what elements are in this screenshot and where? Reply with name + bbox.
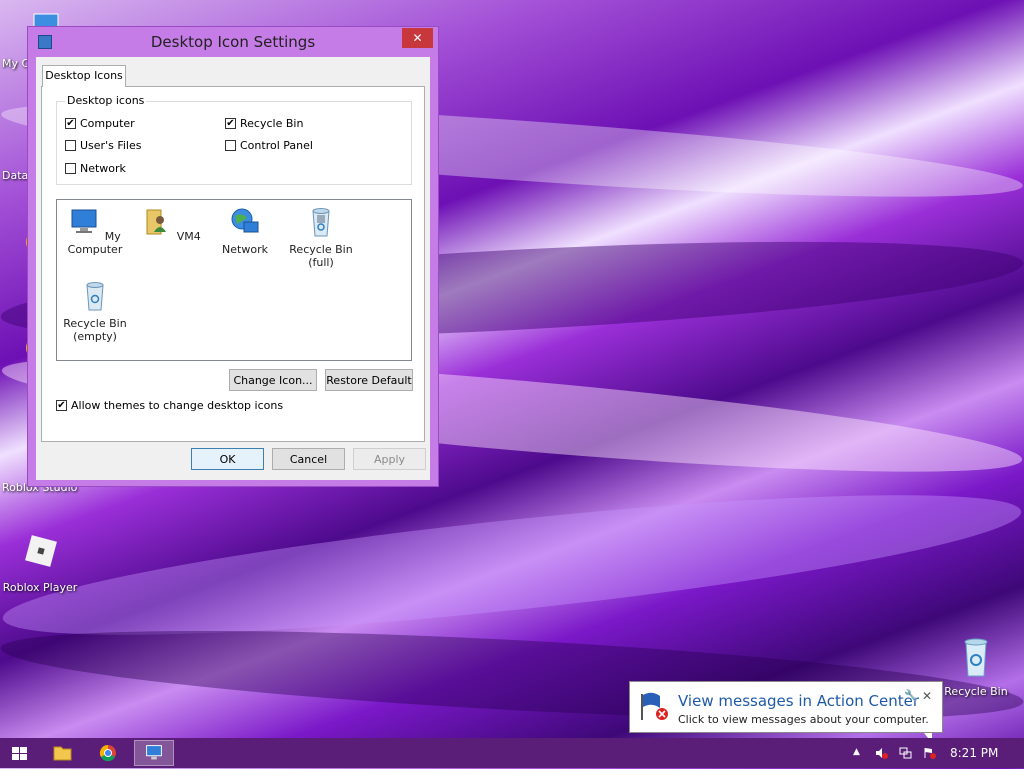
list-item-my-computer[interactable]: My Computer [57,206,133,256]
action-center-tray-icon[interactable] [923,747,936,759]
unchecked-box [225,140,236,151]
list-item-vm4[interactable]: VM4 [133,206,209,243]
list-item-recycle-bin-full[interactable]: Recycle Bin (full) [283,206,359,269]
title-bar[interactable]: Desktop Icon Settings ✕ [28,27,438,57]
checkbox-control-panel[interactable]: Control Panel [225,139,313,152]
action-center-flag-icon [641,692,668,720]
roblox-player-icon [25,535,57,567]
taskbar: ▲ 8:21 PM [0,738,1024,768]
taskbar-desktop-icon-settings[interactable] [134,740,174,766]
volume-muted-icon[interactable] [875,747,888,759]
taskbar-chrome[interactable] [88,740,128,766]
list-item-label: Recycle Bin [63,317,127,330]
check-icon: ✔ [225,118,236,129]
recycle-bin-icon [964,638,988,677]
check-icon: ✔ [56,400,67,411]
start-button[interactable] [0,740,40,766]
unchecked-box [65,163,76,174]
desktop-icon-roblox-player[interactable]: Roblox Player [0,532,80,594]
change-icon-button[interactable]: Change Icon... [229,369,317,391]
desktop-icon-label: Roblox Player [2,581,78,594]
tray-overflow-icon[interactable]: ▲ [853,747,860,757]
chrome-icon [99,744,116,762]
checkbox-label: Allow themes to change desktop icons [71,399,284,412]
check-icon: ✔ [65,118,76,129]
cancel-button[interactable]: Cancel [272,448,345,470]
tab-desktop-icons[interactable]: Desktop Icons [42,65,126,87]
window-title: Desktop Icon Settings [150,33,316,51]
checkbox-label: User's Files [80,139,142,152]
restore-default-button[interactable]: Restore Default [325,369,413,391]
icon-list-view[interactable]: My Computer VM4 Network Recycle Bin (ful… [56,199,412,361]
computer-icon [71,209,97,233]
list-item-network[interactable]: Network [207,206,283,256]
desktop-icon-label: Recycle Bin [944,685,1008,698]
groupbox-label: Desktop icons [65,94,147,107]
checkbox-recycle-bin[interactable]: ✔ Recycle Bin [225,117,303,130]
action-center-notification[interactable]: View messages in Action Center Click to … [629,681,943,743]
list-item-label: Network [222,243,268,256]
taskbar-file-explorer[interactable] [42,740,82,766]
desktop-icon-recycle-bin[interactable]: Recycle Bin [936,636,1016,698]
checkbox-network[interactable]: Network [65,162,126,175]
list-item-label: Recycle Bin [289,243,353,256]
checkbox-label: Recycle Bin [240,117,304,130]
list-item-recycle-bin-empty[interactable]: Recycle Bin (empty) [57,280,133,343]
tab-panel: Desktop icons ✔ Computer ✔ Recycle Bin U… [41,86,425,442]
apply-button[interactable]: Apply [353,448,426,470]
clock[interactable]: 8:21 PM [950,746,998,760]
notification-close-button[interactable]: ✕ [922,689,932,703]
checkbox-label: Control Panel [240,139,313,152]
close-button[interactable]: ✕ [402,28,433,48]
wrench-icon[interactable]: 🔧 [904,689,918,702]
desktop-icons-groupbox: Desktop icons ✔ Computer ✔ Recycle Bin U… [56,94,412,185]
checkbox-label: Network [80,162,126,175]
dialog-client-area: Desktop Icons Desktop icons ✔ Computer ✔… [36,57,430,480]
notification-text[interactable]: Click to view messages about your comput… [678,713,929,726]
start-icon [12,747,27,760]
notification-title[interactable]: View messages in Action Center [678,692,919,710]
unchecked-box [65,140,76,151]
checkbox-computer[interactable]: ✔ Computer [65,117,135,130]
recycle-bin-empty-icon [86,282,104,311]
network-icon [231,208,259,233]
list-item-label: VM4 [176,230,201,243]
ok-button[interactable]: OK [191,448,264,470]
user-folder-icon [146,209,167,235]
checkbox-allow-themes[interactable]: ✔ Allow themes to change desktop icons [56,399,283,412]
checkbox-label: Computer [80,117,135,130]
checkbox-users-files[interactable]: User's Files [65,139,141,152]
file-explorer-icon [53,746,72,761]
list-item-label-line2: (empty) [73,330,117,343]
network-tray-icon[interactable] [899,747,912,759]
desktop-icon-settings-icon [146,745,162,760]
recycle-bin-full-icon [312,208,330,237]
list-item-label-line2: (full) [308,256,334,269]
desktop-icon-settings-window[interactable]: Desktop Icon Settings ✕ Desktop Icons De… [27,26,439,487]
